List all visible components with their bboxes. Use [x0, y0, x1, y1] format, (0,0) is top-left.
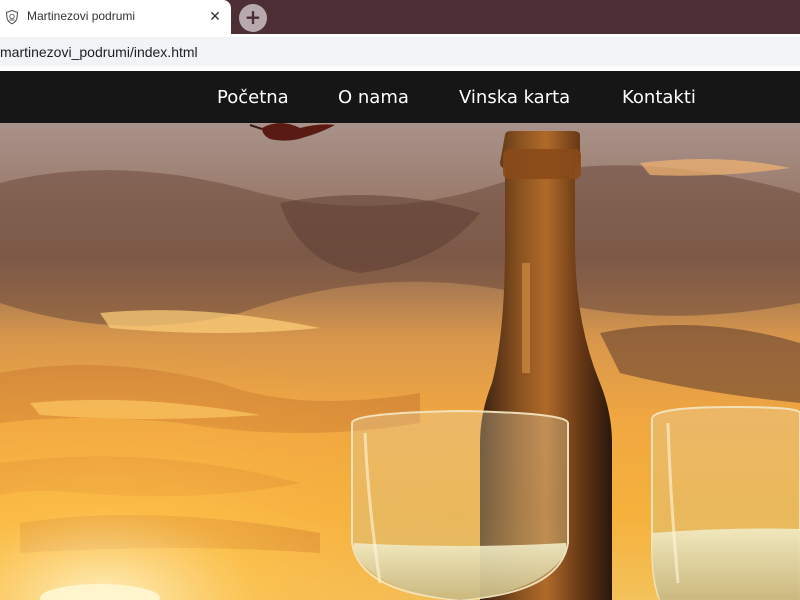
- nav-link-o-nama[interactable]: O nama: [338, 87, 409, 108]
- url-field[interactable]: martinezovi_podrumi/index.html: [0, 37, 800, 66]
- address-bar: martinezovi_podrumi/index.html: [0, 34, 800, 69]
- nav-link-vinska-karta[interactable]: Vinska karta: [459, 87, 570, 108]
- plus-icon[interactable]: +: [239, 4, 267, 32]
- tab-title: Martinezovi podrumi: [27, 9, 136, 23]
- nav-link-pocetna[interactable]: Početna: [217, 87, 289, 108]
- site-navbar: Početna O nama Vinska karta Kontakti: [0, 71, 800, 123]
- shield-crest-icon: [4, 9, 20, 25]
- close-icon[interactable]: ✕: [206, 8, 224, 26]
- browser-tab-strip: Martinezovi podrumi ✕ +: [0, 0, 800, 34]
- nav-link-kontakti[interactable]: Kontakti: [622, 87, 696, 108]
- hero-image: [0, 123, 800, 600]
- url-text[interactable]: martinezovi_podrumi/index.html: [0, 44, 198, 60]
- browser-tab[interactable]: Martinezovi podrumi ✕: [0, 0, 231, 34]
